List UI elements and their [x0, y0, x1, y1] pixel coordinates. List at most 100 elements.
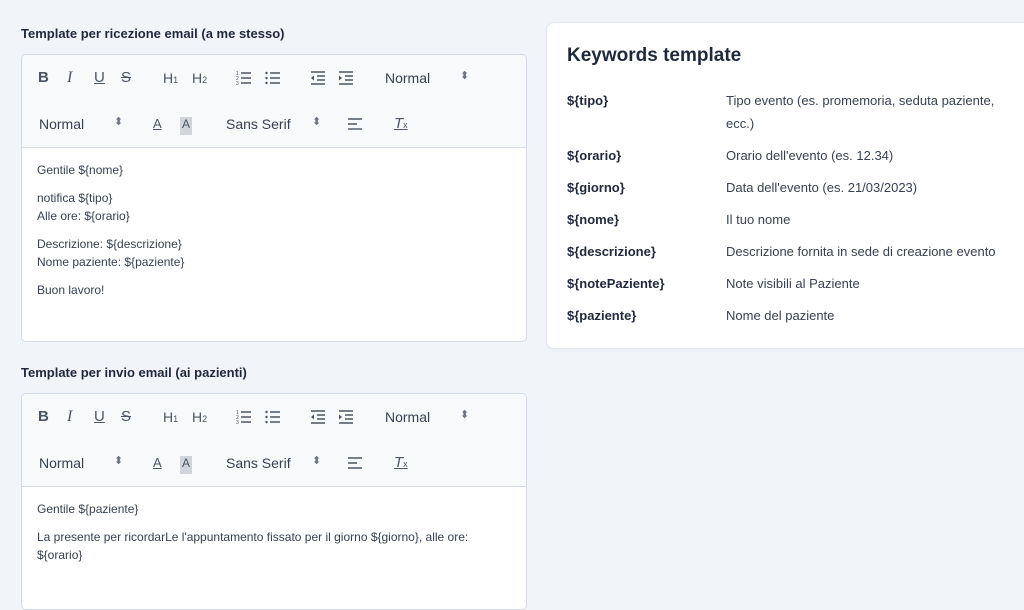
indent-button[interactable]: [338, 69, 354, 87]
background-color-button[interactable]: A: [180, 117, 193, 135]
clear-format-x: x: [403, 459, 408, 469]
editor-toolbar: B I U S H1 H2 123 Normal ⬍ Normal ⬍ A A …: [22, 55, 526, 148]
content-line: notifica ${tipo}: [37, 191, 113, 205]
bullet-list-icon: [265, 71, 280, 85]
keyword-row: ${tipo} Tipo evento (es. promemoria, sedu…: [567, 89, 1024, 135]
keyword-description: Descrizione fornita in sede di creazione…: [726, 244, 996, 259]
content-line: Gentile ${nome}: [37, 163, 124, 177]
keyword-key: ${tipo}: [567, 93, 609, 108]
toolbar-row-style: Normal ⬍ A A Sans Serif ⬍ Tx: [22, 440, 526, 486]
indent-icon: [339, 71, 353, 85]
header-select[interactable]: Normal: [385, 69, 430, 87]
header2-letter: H: [192, 70, 203, 86]
align-button[interactable]: [347, 454, 363, 472]
header1-button[interactable]: H1: [163, 408, 178, 426]
bullet-list-button[interactable]: [265, 408, 281, 426]
content-paragraph: Gentile ${paziente}: [37, 500, 511, 518]
font-select[interactable]: Sans Serif: [226, 454, 291, 472]
background-color-button[interactable]: A: [180, 456, 193, 474]
align-button[interactable]: [347, 115, 363, 133]
keyword-description: Nome del paziente: [726, 308, 835, 323]
clear-format-button[interactable]: Tx: [394, 115, 408, 133]
receive-template-editor: B I U S H1 H2 123 Normal ⬍ Normal ⬍ A A …: [21, 54, 527, 342]
content-paragraph: Gentile ${nome}: [37, 161, 511, 179]
clear-format-x: x: [403, 120, 408, 130]
keyword-row: ${notePaziente} Note visibili al Paziente: [567, 272, 1024, 295]
text-color-button[interactable]: A: [153, 115, 162, 133]
keywords-table: ${tipo} Tipo evento (es. promemoria, sedu…: [567, 89, 1024, 336]
keyword-key: ${paziente}: [567, 308, 637, 323]
content-line: Gentile ${paziente}: [37, 502, 139, 516]
receive-template-label: Template per ricezione email (a me stess…: [21, 26, 285, 41]
header2-sub: 2: [202, 414, 208, 424]
keyword-key: ${orario}: [567, 148, 622, 163]
keyword-description: Tipo evento (es. promemoria, seduta pazi…: [726, 93, 995, 131]
svg-text:3: 3: [236, 420, 239, 426]
ordered-list-button[interactable]: 123: [236, 69, 252, 87]
outdent-button[interactable]: [310, 69, 326, 87]
toolbar-row-formatting: B I U S H1 H2 123 Normal ⬍: [22, 394, 526, 440]
editor-content[interactable]: Gentile ${nome} notifica ${tipo} Alle ore:…: [22, 148, 526, 299]
content-line: Descrizione: ${descrizione}: [37, 237, 182, 251]
send-template-label: Template per invio email (ai pazienti): [21, 365, 247, 380]
outdent-button[interactable]: [310, 408, 326, 426]
size-select[interactable]: Normal: [39, 115, 84, 133]
select-arrows-icon: ⬍: [114, 455, 124, 467]
keyword-description: Il tuo nome: [726, 212, 791, 227]
italic-button[interactable]: I: [67, 69, 72, 87]
header1-letter: H: [163, 70, 174, 86]
underline-button[interactable]: U: [94, 69, 105, 87]
keyword-row: ${giorno} Data dell'evento (es. 21/03/202…: [567, 176, 1024, 199]
header2-button[interactable]: H2: [192, 69, 207, 87]
bold-button[interactable]: B: [38, 69, 49, 87]
keyword-description: Data dell'evento (es. 21/03/2023): [726, 180, 918, 195]
outdent-icon: [311, 410, 325, 424]
keywords-title: Keywords template: [567, 45, 742, 66]
content-paragraph: notifica ${tipo} Alle ore: ${orario}: [37, 189, 511, 225]
strike-button[interactable]: S: [121, 69, 131, 87]
header1-letter: H: [163, 409, 174, 425]
strike-button[interactable]: S: [121, 408, 131, 426]
editor-toolbar: B I U S H1 H2 123 Normal ⬍ Normal ⬍ A A …: [22, 394, 526, 487]
ordered-list-icon: 123: [236, 410, 251, 426]
editor-content[interactable]: Gentile ${paziente} La presente per ricor…: [22, 487, 526, 564]
indent-button[interactable]: [338, 408, 354, 426]
align-icon: [348, 118, 362, 130]
underline-button[interactable]: U: [94, 408, 105, 426]
select-arrows-icon: ⬍: [460, 409, 470, 421]
toolbar-row-formatting: B I U S H1 H2 123 Normal ⬍: [22, 55, 526, 101]
size-select[interactable]: Normal: [39, 454, 84, 472]
clear-format-button[interactable]: Tx: [394, 454, 408, 472]
text-color-button[interactable]: A: [153, 454, 162, 472]
keyword-description: Note visibili al Paziente: [726, 276, 860, 291]
keyword-row: ${descrizione} Descrizione fornita in sed…: [567, 240, 1024, 263]
indent-icon: [339, 410, 353, 424]
bullet-list-button[interactable]: [265, 69, 281, 87]
svg-text:3: 3: [236, 81, 239, 87]
keyword-row: ${paziente} Nome del paziente: [567, 304, 1024, 327]
ordered-list-button[interactable]: 123: [236, 408, 252, 426]
toolbar-row-style: Normal ⬍ A A Sans Serif ⬍ Tx: [22, 101, 526, 147]
keyword-key: ${nome}: [567, 212, 620, 227]
outdent-icon: [311, 71, 325, 85]
bold-button[interactable]: B: [38, 408, 49, 426]
italic-button[interactable]: I: [67, 408, 72, 426]
ordered-list-icon: 123: [236, 71, 251, 87]
clear-format-icon: T: [394, 115, 404, 132]
content-line: Nome paziente: ${paziente}: [37, 255, 185, 269]
keyword-key: ${descrizione}: [567, 244, 656, 259]
bullet-list-icon: [265, 410, 280, 424]
header1-sub: 1: [173, 75, 179, 85]
header1-button[interactable]: H1: [163, 69, 178, 87]
keyword-row: ${orario} Orario dell'evento (es. 12.34): [567, 144, 1024, 167]
header2-button[interactable]: H2: [192, 408, 207, 426]
content-line: La presente per ricordarLe l'appuntament…: [37, 530, 469, 544]
content-line: ${orario}: [37, 548, 83, 562]
content-line: Buon lavoro!: [37, 283, 105, 297]
select-arrows-icon: ⬍: [114, 116, 124, 128]
select-arrows-icon: ⬍: [460, 70, 470, 82]
keywords-card: Keywords template ${tipo} Tipo evento (es…: [546, 22, 1024, 349]
content-line: Alle ore: ${orario}: [37, 209, 130, 223]
header-select[interactable]: Normal: [385, 408, 430, 426]
font-select[interactable]: Sans Serif: [226, 115, 291, 133]
